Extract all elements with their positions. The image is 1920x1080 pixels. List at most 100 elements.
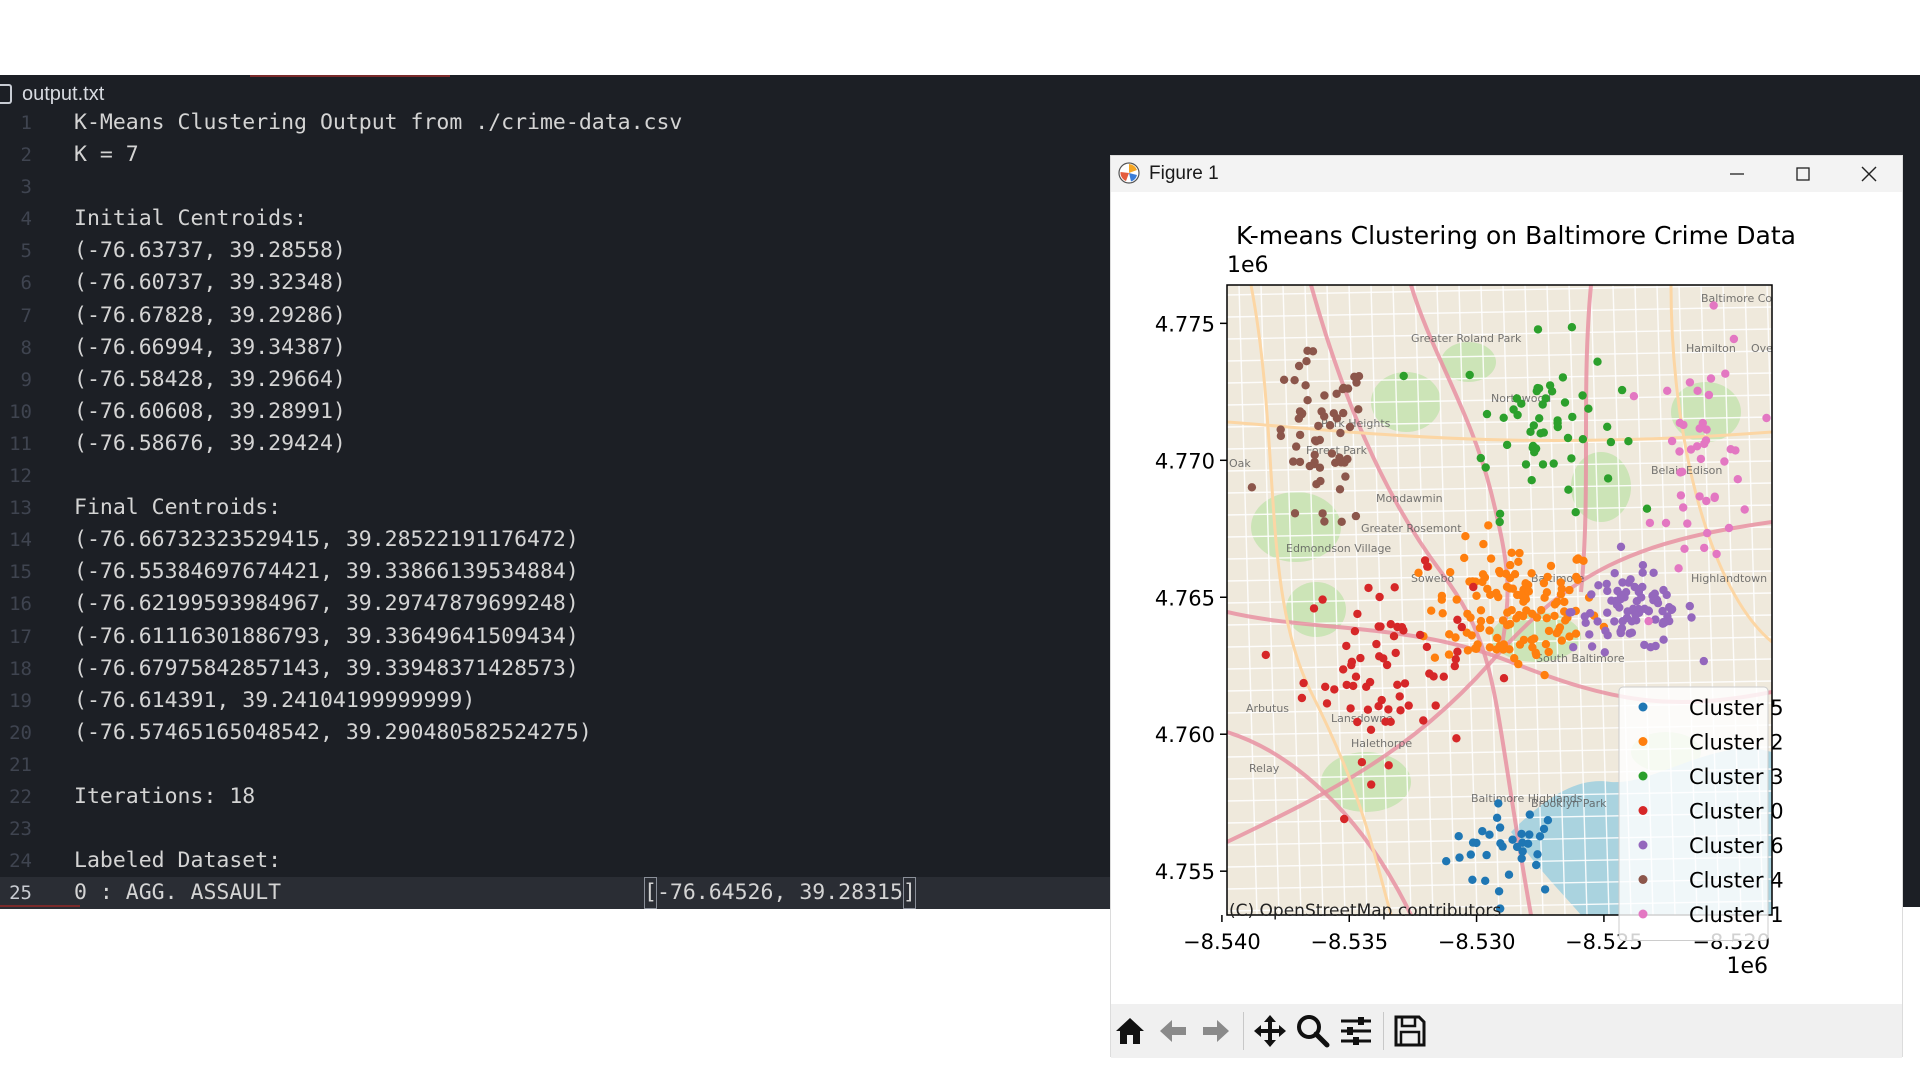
close-button[interactable] <box>1836 156 1902 192</box>
data-point <box>1292 442 1301 451</box>
data-point <box>1535 832 1545 841</box>
code-line[interactable]: 12 <box>0 460 1110 492</box>
data-point <box>1337 517 1346 526</box>
data-point <box>1290 509 1300 518</box>
data-point <box>1667 436 1677 446</box>
data-point <box>1468 838 1478 847</box>
pan-button[interactable] <box>1251 1012 1289 1050</box>
code-line[interactable]: 11 (-76.58676, 39.29424) <box>0 428 1110 460</box>
coordinate-value: [-76.64526, 39.28315] <box>644 877 916 910</box>
plot-canvas[interactable]: K-means Clustering on Baltimore Crime Da… <box>1111 192 1902 1004</box>
code-line[interactable]: 16 (-76.62199593984967, 39.29747879699248… <box>0 588 1110 620</box>
data-point <box>1687 613 1696 622</box>
code-line[interactable]: 15 (-76.55384697674421, 39.33866139534884… <box>0 556 1110 588</box>
zoom-icon <box>1297 1015 1330 1048</box>
data-point <box>1493 633 1502 643</box>
code-line[interactable]: 10 (-76.60608, 39.28991) <box>0 396 1110 428</box>
data-point <box>1444 650 1454 659</box>
code-line[interactable]: 2 K = 7 <box>0 139 1110 171</box>
code-line[interactable]: 17 (-76.61116301886793, 39.33649641509434… <box>0 621 1110 653</box>
configure-subplots-icon <box>1341 1017 1371 1045</box>
data-point <box>1451 655 1460 664</box>
code-line[interactable]: 20 (-76.57465165048542, 39.29048058252427… <box>0 717 1110 749</box>
data-point <box>1316 476 1325 486</box>
data-point <box>1729 334 1739 344</box>
data-point <box>1294 414 1303 423</box>
data-point <box>1431 701 1440 710</box>
line-number: 1 <box>20 112 32 134</box>
y-offset-label: 1e6 <box>1227 253 1269 278</box>
data-point <box>1543 572 1552 582</box>
data-point <box>1495 517 1504 527</box>
data-point <box>1709 301 1718 310</box>
data-point <box>1391 648 1400 658</box>
line-text: 0 : AGG. ASSAULT <box>74 880 282 906</box>
code-line[interactable]: 6 (-76.60737, 39.32348) <box>0 267 1110 299</box>
code-line[interactable]: 21 <box>0 749 1110 781</box>
line-number: 15 <box>9 561 32 584</box>
data-point <box>1540 885 1550 894</box>
data-point <box>1504 870 1514 879</box>
code-line[interactable]: 18 (-76.67975842857143, 39.33948371428573… <box>0 653 1110 685</box>
data-point <box>1530 634 1539 643</box>
data-point <box>1342 641 1351 651</box>
code-line[interactable]: 9 (-76.58428, 39.29664) <box>0 364 1110 396</box>
data-point <box>1557 636 1566 645</box>
figure-window[interactable]: Figure 1 K-means Clustering on Baltimore… <box>1110 155 1903 1058</box>
data-point <box>1479 539 1488 549</box>
data-point <box>1539 428 1548 437</box>
data-point <box>1261 650 1270 660</box>
data-point <box>1563 433 1573 443</box>
data-point <box>1415 630 1425 640</box>
code-line[interactable]: 7 (-76.67828, 39.29286) <box>0 300 1110 332</box>
code-line-active[interactable]: 25 0 : AGG. ASSAULT [-76.64526, 39.28315] <box>0 877 1110 910</box>
line-number: 20 <box>9 721 32 744</box>
minimize-button[interactable] <box>1704 156 1770 192</box>
data-point <box>1422 642 1432 652</box>
data-point <box>1733 475 1742 484</box>
data-point <box>1290 376 1299 385</box>
data-point <box>1247 483 1257 492</box>
code-area[interactable]: 1 K-Means Clustering Output from ./crime-… <box>0 107 1110 910</box>
data-point <box>1339 408 1348 418</box>
code-line[interactable]: 19 (-76.614391, 39.24104199999999) <box>0 685 1110 717</box>
configure-subplots-button[interactable] <box>1337 1012 1375 1050</box>
code-line[interactable]: 14 (-76.66732323529415, 39.28522191176472… <box>0 524 1110 556</box>
back-button[interactable] <box>1154 1012 1192 1050</box>
line-number: 22 <box>9 785 32 808</box>
y-tick-label: 4.760 <box>1155 723 1215 747</box>
data-point <box>1460 553 1469 563</box>
data-point <box>1514 659 1523 669</box>
code-line[interactable]: 8 (-76.66994, 39.34387) <box>0 332 1110 364</box>
maximize-button[interactable] <box>1770 156 1836 192</box>
data-point <box>1437 591 1447 601</box>
code-line[interactable]: 23 <box>0 813 1110 845</box>
window-titlebar[interactable]: Figure 1 <box>1111 156 1902 192</box>
code-line[interactable]: 24 Labeled Dataset: <box>0 845 1110 877</box>
code-line[interactable]: 4 Initial Centroids: <box>0 203 1110 235</box>
data-point <box>1357 758 1367 767</box>
data-point <box>1336 428 1345 438</box>
y-tick-label: 4.765 <box>1155 586 1215 610</box>
forward-button[interactable] <box>1197 1012 1235 1050</box>
line-number: 2 <box>20 144 32 167</box>
data-point <box>1574 555 1583 564</box>
line-text: (-76.67975842857143, 39.33948371428573) <box>74 655 579 681</box>
data-point <box>1700 543 1709 553</box>
code-line[interactable]: 5 (-76.63737, 39.28558) <box>0 235 1110 267</box>
data-point <box>1496 839 1505 848</box>
data-point <box>1547 387 1557 396</box>
data-point <box>1379 654 1388 663</box>
data-point <box>1481 463 1490 472</box>
data-point <box>1538 460 1548 469</box>
code-line[interactable]: 13 Final Centroids: <box>0 492 1110 524</box>
code-line[interactable]: 1 K-Means Clustering Output from ./crime-… <box>0 107 1110 139</box>
code-line[interactable]: 3 <box>0 171 1110 203</box>
zoom-button[interactable] <box>1294 1012 1332 1050</box>
map-place-label: Halethorpe <box>1351 737 1412 750</box>
code-line[interactable]: 22 Iterations: 18 <box>0 781 1110 813</box>
home-button[interactable] <box>1111 1012 1149 1050</box>
data-point <box>1696 454 1706 464</box>
save-button[interactable] <box>1391 1012 1429 1050</box>
data-point <box>1601 626 1610 635</box>
